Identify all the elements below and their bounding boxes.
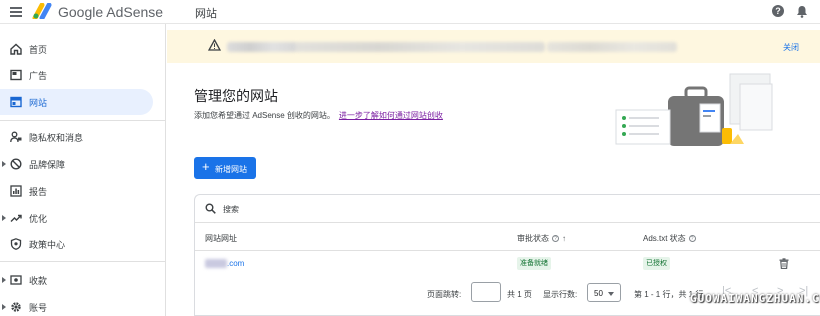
sidebar-item-optimize[interactable]: 优化 (0, 205, 153, 231)
expand-caret-icon[interactable] (2, 277, 6, 283)
chevron-down-icon (608, 292, 614, 296)
sites-illustration (615, 73, 773, 146)
adsense-logo-icon (32, 3, 52, 19)
review-status-badge: 准备就绪 (517, 257, 551, 270)
help-icon[interactable]: ? (552, 235, 559, 243)
expand-caret-icon[interactable] (2, 161, 6, 167)
sidebar: 首页 广告 网站 隐私权和消息 品牌保障 报告 优化 政策中心 收款 账号 (0, 24, 166, 316)
trash-icon[interactable] (779, 258, 789, 269)
page-jump-label: 页面跳转: (427, 290, 462, 299)
sites-icon (10, 96, 22, 108)
description-text: 添加您希望通过 AdSense 创收的网站。 (194, 111, 335, 120)
site-url-suffix: .com (227, 259, 245, 268)
policy-icon (10, 238, 22, 250)
alert-banner: 关闭 (167, 30, 820, 63)
sidebar-item-policy-center[interactable]: 政策中心 (0, 231, 153, 257)
page-jump-input[interactable] (471, 282, 501, 302)
app-brand: Google AdSense (58, 4, 164, 20)
sidebar-item-label: 优化 (29, 214, 48, 224)
payments-icon (10, 275, 22, 285)
help-icon[interactable]: ? (688, 235, 696, 243)
top-bar: Google AdSense 网站 ? (0, 0, 820, 24)
ads-icon (10, 69, 22, 81)
rows-per-page-label: 显示行数: (543, 290, 578, 299)
sidebar-item-label: 网站 (29, 98, 48, 108)
sidebar-item-label: 品牌保障 (29, 160, 66, 170)
page-title: 网站 (195, 8, 217, 20)
optimize-icon (10, 214, 22, 222)
column-header-url[interactable]: 网站网址 (205, 233, 237, 244)
sidebar-item-label: 首页 (29, 45, 48, 55)
sidebar-item-account[interactable]: 账号 (0, 294, 153, 316)
sidebar-item-label: 广告 (29, 71, 48, 81)
column-header-review-status[interactable]: 审批状态? ↑ (517, 233, 566, 244)
sidebar-item-label: 报告 (29, 187, 48, 197)
column-header-ads-txt-status[interactable]: Ads.txt 状态? (643, 233, 696, 244)
site-url-link[interactable]: .com (205, 259, 245, 269)
menu-icon[interactable] (10, 7, 22, 17)
expand-caret-icon[interactable] (2, 304, 6, 310)
sidebar-item-sites[interactable]: 网站 (0, 89, 153, 115)
search-bar (195, 195, 820, 223)
dismiss-link[interactable]: 关闭 (783, 42, 799, 53)
add-site-button-label: 新增网站 (215, 165, 247, 174)
sidebar-item-label: 账号 (29, 303, 48, 313)
redacted-text (547, 42, 677, 52)
page-heading: 管理您的网站 (194, 88, 278, 104)
redacted-text (227, 42, 297, 52)
learn-more-link[interactable]: 进一步了解如何通过网站创收 (339, 111, 443, 120)
search-icon (205, 203, 216, 214)
redacted-text (295, 42, 545, 52)
sidebar-divider (0, 120, 166, 121)
expand-caret-icon[interactable] (2, 215, 6, 221)
warning-icon (208, 39, 221, 51)
plus-icon: + (202, 159, 210, 174)
block-icon (10, 158, 22, 170)
rows-per-page-value: 50 (594, 289, 603, 298)
redacted-domain (205, 259, 227, 269)
column-header-label: 审批状态 (517, 234, 549, 243)
sidebar-divider (0, 261, 166, 262)
sidebar-item-privacy[interactable]: 隐私权和消息 (0, 124, 153, 150)
sidebar-item-brand-safety[interactable]: 品牌保障 (0, 151, 153, 177)
help-icon[interactable]: ? (772, 5, 784, 17)
reports-icon (10, 185, 22, 197)
sort-arrow-up-icon[interactable]: ↑ (562, 234, 566, 243)
home-icon (10, 43, 22, 55)
sidebar-item-label: 隐私权和消息 (29, 133, 84, 143)
search-input[interactable] (223, 201, 523, 217)
column-header-label: 网站网址 (205, 234, 237, 243)
sidebar-item-label: 政策中心 (29, 240, 66, 250)
add-site-button[interactable]: + 新增网站 (194, 157, 256, 179)
privacy-icon (10, 131, 22, 143)
sidebar-item-label: 收款 (29, 276, 48, 286)
page-description: 添加您希望通过 AdSense 创收的网站。 进一步了解如何通过网站创收 (194, 110, 443, 121)
ads-txt-status-badge: 已授权 (643, 257, 670, 270)
page-count: 共 1 页 (507, 290, 532, 299)
header-divider (195, 250, 820, 251)
sidebar-item-ads[interactable]: 广告 (0, 62, 153, 88)
bell-icon[interactable] (796, 5, 808, 18)
watermark-text: GUOWAIWANGZHUAN.COM (690, 292, 820, 305)
sidebar-item-home[interactable]: 首页 (0, 36, 153, 62)
gear-icon (11, 302, 21, 312)
sidebar-item-payments[interactable]: 收款 (0, 267, 153, 293)
rows-per-page-select[interactable]: 50 (587, 283, 621, 302)
column-header-label: Ads.txt 状态 (643, 234, 686, 243)
sidebar-item-reports[interactable]: 报告 (0, 178, 153, 204)
